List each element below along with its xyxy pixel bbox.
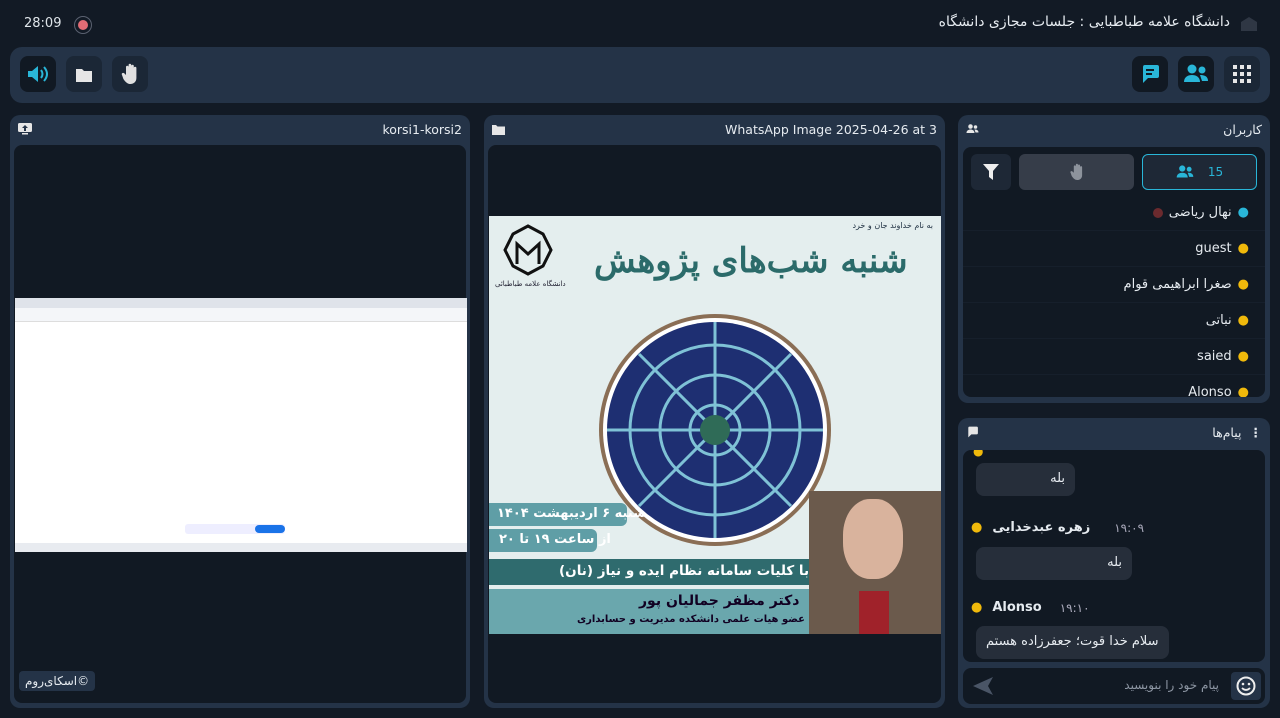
- message-input[interactable]: پیام خود را بنویسید: [1124, 678, 1219, 692]
- skyroom-watermark: ©اسکای‌روم: [19, 671, 96, 691]
- speaker-button[interactable]: [20, 56, 56, 92]
- user-name: Alonso: [1188, 385, 1232, 397]
- send-icon[interactable]: [973, 677, 993, 695]
- all-users-tab[interactable]: 15: [1142, 154, 1257, 190]
- files-button[interactable]: [66, 56, 102, 92]
- poster-bismillah: به نام خداوند جان و خرد: [852, 221, 933, 230]
- users-toggle-button[interactable]: [1178, 56, 1214, 92]
- speaker-icon: [28, 66, 48, 82]
- panel-title: WhatsApp Image 2025-04-26 at 3: [725, 121, 937, 137]
- user-icon: ●: [1237, 241, 1249, 256]
- user-icon: ●: [1237, 313, 1249, 328]
- panel-header: کاربران: [958, 115, 1270, 143]
- chat-icon: [968, 426, 978, 438]
- user-name: saied: [1197, 349, 1232, 364]
- message-text: بله: [1107, 555, 1122, 570]
- presentation-panel: WhatsApp Image 2025-04-26 at 3 به نام خد…: [484, 115, 945, 708]
- university-logo-icon: [1240, 16, 1258, 32]
- screen-share-view: ©اسکای‌روم: [14, 145, 467, 703]
- message-bubble: سلام خدا قوت؛ جعفرزاده هستم: [976, 626, 1169, 659]
- user-item[interactable]: saied ●: [963, 339, 1265, 375]
- university-logo: [499, 224, 557, 276]
- message-bubble: بله: [976, 547, 1132, 580]
- hand-icon: [121, 63, 137, 84]
- users-panel: کاربران 15 نهال ریاضی ● guest ● صغرا ابراه…: [958, 115, 1270, 403]
- layout-grid-button[interactable]: [1224, 56, 1260, 92]
- user-name: guest: [1195, 241, 1232, 256]
- user-count: 15: [1207, 165, 1224, 179]
- user-name: صغرا ابراهیمی قوام: [1123, 277, 1232, 292]
- panel-title: کاربران: [1223, 121, 1262, 137]
- user-icon: ●: [971, 520, 983, 535]
- hand-icon: [1069, 163, 1082, 180]
- poster-time: از ساعت ۱۹ تا ۲۰: [499, 532, 611, 547]
- smiley-icon: [1236, 676, 1256, 696]
- panel-header: پیام‌ها ⋮: [958, 418, 1270, 446]
- toolbar: [10, 47, 1270, 103]
- speaker-photo: [809, 491, 941, 634]
- panel-title: پیام‌ها: [1212, 424, 1242, 440]
- filter-button[interactable]: [971, 154, 1011, 190]
- logo-caption: دانشگاه علامه طباطبائی: [495, 280, 566, 288]
- users-icon: [1184, 64, 1208, 82]
- user-item[interactable]: نهال ریاضی ●: [963, 195, 1265, 231]
- message-bubble: بله: [976, 463, 1075, 496]
- folder-icon[interactable]: [492, 123, 505, 135]
- record-icon: [78, 20, 88, 30]
- chat-icon: [1143, 65, 1159, 83]
- folder-icon: [76, 69, 92, 82]
- users-list: 15 نهال ریاضی ● guest ● صغرا ابراهیمی قوام…: [963, 147, 1265, 397]
- user-icon: ●: [1237, 277, 1249, 292]
- message-list: ● بله ● زهره عبدخدایی ۱۹:۰۹ بله ● Alonso…: [963, 450, 1265, 662]
- user-name: نهال ریاضی: [1168, 205, 1232, 220]
- user-item[interactable]: Alonso ●: [963, 375, 1265, 397]
- poster-affiliation: عضو هیات علمی دانشکده مدیریت و حسابداری: [577, 614, 805, 625]
- users-icon: [966, 124, 979, 133]
- user-item[interactable]: نباتی ●: [963, 303, 1265, 339]
- raise-hand-button[interactable]: [112, 56, 148, 92]
- user-rows: نهال ریاضی ● guest ● صغرا ابراهیمی قوام ● ن…: [963, 195, 1265, 397]
- emoji-button[interactable]: [1231, 672, 1261, 700]
- message-time: ۱۹:۱۰: [1059, 600, 1090, 615]
- panel-header: WhatsApp Image 2025-04-26 at 3: [484, 115, 945, 143]
- poster-date: شنبه ۶ اردیبهشت ۱۴۰۴: [497, 506, 646, 521]
- user-name: نباتی: [1205, 313, 1232, 328]
- message-header: ● Alonso ۱۹:۱۰: [971, 600, 1090, 615]
- user-icon: ●: [973, 450, 984, 458]
- record-indicator[interactable]: [74, 16, 92, 34]
- user-item[interactable]: guest ●: [963, 231, 1265, 267]
- message-sender: زهره عبدخدایی: [992, 520, 1091, 535]
- poster-speaker: دکتر مظفر جمالیان پور: [639, 593, 800, 609]
- message-time: ۱۹:۰۹: [1114, 520, 1145, 535]
- shared-screen: [15, 298, 467, 552]
- chat-toggle-button[interactable]: [1132, 56, 1168, 92]
- more-options-icon[interactable]: ⋮: [1250, 425, 1263, 440]
- panel-title: korsi1-korsi2: [382, 121, 462, 137]
- screen-share-icon[interactable]: [18, 123, 32, 135]
- message-sender: Alonso: [992, 600, 1042, 615]
- raised-hands-tab[interactable]: [1019, 154, 1134, 190]
- filter-icon: [983, 164, 999, 180]
- user-item[interactable]: صغرا ابراهیمی قوام ●: [963, 267, 1265, 303]
- user-icon: ●: [1237, 349, 1249, 364]
- page-title: دانشگاه علامه طباطبایی : جلسات مجازی دان…: [938, 14, 1230, 30]
- message-text: بله: [1050, 471, 1065, 486]
- grid-icon: [1233, 65, 1251, 83]
- user-icon: ●: [1237, 385, 1249, 397]
- session-timer: 28:09: [24, 16, 62, 31]
- message-text: سلام خدا قوت؛ جعفرزاده هستم: [986, 634, 1159, 649]
- poster-headline: شنبه شب‌های پژوهش: [594, 241, 908, 281]
- screen-share-panel: korsi1-korsi2 ©اسکای‌روم: [10, 115, 470, 708]
- user-icon: ●: [971, 600, 983, 615]
- users-icon: [1176, 165, 1194, 178]
- messages-panel: پیام‌ها ⋮ ● بله ● زهره عبدخدایی ۱۹:۰۹ بله…: [958, 418, 1270, 708]
- presentation-view: به نام خداوند جان و خرد دانشگاه علامه طب…: [488, 145, 941, 703]
- host-user-icon: ●: [1237, 205, 1249, 220]
- poster-image: به نام خداوند جان و خرد دانشگاه علامه طب…: [489, 216, 941, 634]
- message-composer: پیام خود را بنویسید: [963, 668, 1265, 704]
- message-header: ● زهره عبدخدایی ۱۹:۰۹: [971, 520, 1144, 535]
- panel-header: korsi1-korsi2: [10, 115, 470, 143]
